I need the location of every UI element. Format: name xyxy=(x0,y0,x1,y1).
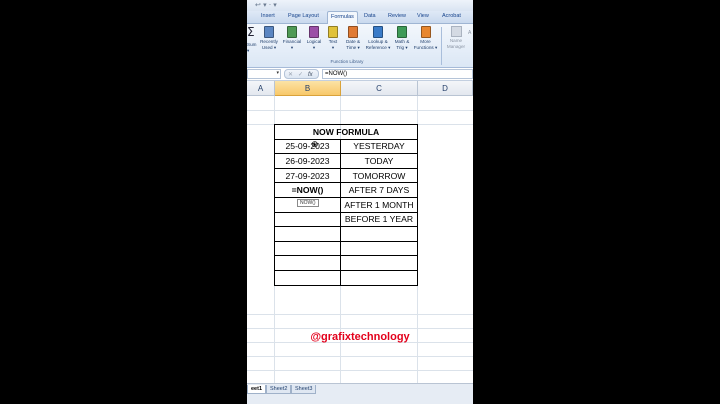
date-cell[interactable] xyxy=(274,255,341,271)
date-time-button[interactable]: Date & Time ▾ xyxy=(342,26,364,50)
excel-window: ↩ ▾ · ▾ Insert Page Layout Formulas Data… xyxy=(247,0,473,404)
text-book-icon xyxy=(328,26,338,38)
now-formula-table: NOW FORMULA 25-09-2023 YESTERDAY 26-09-2… xyxy=(274,124,418,286)
date-cell[interactable]: 25-09-2023 xyxy=(274,138,341,155)
sheet-tab-bar: eet1 Sheet2 Sheet3 xyxy=(247,383,473,404)
table-row: 26-09-2023 TODAY xyxy=(274,153,418,169)
math-trig-book-icon xyxy=(397,26,407,38)
description-cell[interactable]: TODAY xyxy=(340,153,418,169)
channel-watermark: @grafixtechnology xyxy=(310,331,410,343)
name-manager-button[interactable]: Name Manager xyxy=(444,26,468,49)
logical-book-icon xyxy=(309,26,319,38)
cancel-entry-icon[interactable]: ✕ xyxy=(288,71,293,79)
lookup-reference-button[interactable]: Lookup & Reference ▾ xyxy=(364,26,392,50)
gridline xyxy=(247,110,473,111)
description-cell[interactable]: AFTER 1 MONTH xyxy=(340,196,418,213)
description-cell[interactable] xyxy=(340,255,418,271)
ribbon-cutoff-label: A xyxy=(468,30,472,36)
name-box[interactable]: ▾ xyxy=(247,69,281,79)
quick-access-toolbar: ↩ ▾ · ▾ xyxy=(247,0,473,11)
tab-insert[interactable]: Insert xyxy=(261,13,275,19)
math-trig-label: Math & Trig ▾ xyxy=(394,39,410,50)
table-row: 27-09-2023 TOMORROW xyxy=(274,167,418,184)
ribbon-group-divider xyxy=(441,27,442,65)
gridline xyxy=(247,314,473,315)
description-cell[interactable]: AFTER 7 DAYS xyxy=(340,182,418,198)
description-cell[interactable]: BEFORE 1 YEAR xyxy=(340,211,418,228)
formula-bar-buttons: ✕ ✓ fx xyxy=(284,69,319,79)
more-functions-button[interactable]: More Functions ▾ xyxy=(412,26,439,50)
ribbon-tab-strip: Insert Page Layout Formulas Data Review … xyxy=(247,11,473,24)
gridline xyxy=(247,370,473,371)
financial-label: Financial ▾ xyxy=(282,39,302,50)
date-cell[interactable] xyxy=(274,211,341,228)
text-button[interactable]: Text ▾ xyxy=(322,26,344,50)
tab-page-layout[interactable]: Page Layout xyxy=(288,13,319,19)
tab-acrobat[interactable]: Acrobat xyxy=(442,13,461,19)
formula-input[interactable]: =NOW() xyxy=(322,69,473,79)
date-cell[interactable] xyxy=(274,226,341,242)
sheet-tab-sheet1[interactable]: eet1 xyxy=(247,385,267,394)
quick-access-glyphs[interactable]: ↩ ▾ · ▾ xyxy=(255,1,277,9)
description-cell[interactable] xyxy=(340,226,418,242)
more-functions-book-icon xyxy=(420,26,431,38)
video-frame: ↩ ▾ · ▾ Insert Page Layout Formulas Data… xyxy=(0,0,720,404)
autosum-icon[interactable]: Σ xyxy=(247,26,255,38)
date-cell[interactable] xyxy=(274,240,341,257)
table-row: BEFORE 1 YEAR xyxy=(274,211,418,228)
lookup-reference-book-icon xyxy=(373,26,383,38)
table-row xyxy=(274,226,418,242)
gridline xyxy=(247,328,473,329)
financial-book-icon xyxy=(287,26,297,38)
mouse-cursor-icon: ⊕ xyxy=(311,140,319,150)
date-time-book-icon xyxy=(348,26,358,38)
function-tooltip: NOW() xyxy=(297,199,319,207)
active-formula-cell[interactable]: =NOW() xyxy=(274,182,341,198)
sheet-tab-sheet3[interactable]: Sheet3 xyxy=(291,385,317,394)
column-header-b[interactable]: B xyxy=(275,81,341,96)
math-trig-button[interactable]: Math & Trig ▾ xyxy=(391,26,413,50)
formula-bar: ▾ ✕ ✓ fx =NOW() xyxy=(247,68,473,81)
date-cell[interactable]: 26-09-2023 xyxy=(274,153,341,169)
table-row: AFTER 1 MONTH xyxy=(274,196,418,213)
recently-used-book-icon xyxy=(264,26,274,38)
text-label: Text ▾ xyxy=(328,39,338,50)
column-header-c[interactable]: C xyxy=(341,81,418,96)
table-row xyxy=(274,269,418,286)
table-title-cell[interactable]: NOW FORMULA xyxy=(274,124,418,140)
name-manager-label: Name Manager xyxy=(446,38,466,49)
function-library-group-label: Function Library xyxy=(330,59,364,64)
table-row: 25-09-2023 YESTERDAY xyxy=(274,138,418,155)
column-header-d[interactable]: D xyxy=(418,81,473,96)
description-cell[interactable] xyxy=(340,269,418,286)
tab-data[interactable]: Data xyxy=(364,13,376,19)
sheet-tab-sheet2[interactable]: Sheet2 xyxy=(266,385,292,394)
description-cell[interactable] xyxy=(340,240,418,257)
recently-used-button[interactable]: Recently Used ▾ xyxy=(258,26,280,50)
table-row xyxy=(274,255,418,271)
date-cell[interactable]: 27-09-2023 xyxy=(274,167,341,184)
enter-entry-icon[interactable]: ✓ xyxy=(298,71,303,79)
date-cell[interactable] xyxy=(274,269,341,286)
tab-view[interactable]: View xyxy=(417,13,429,19)
chevron-down-icon[interactable]: ▾ xyxy=(276,70,279,76)
tab-review[interactable]: Review xyxy=(388,13,406,19)
financial-button[interactable]: Financial ▾ xyxy=(281,26,303,50)
gridline xyxy=(247,356,473,357)
more-functions-label: More Functions ▾ xyxy=(413,39,438,50)
table-row xyxy=(274,240,418,257)
lookup-reference-label: Lookup & Reference ▾ xyxy=(365,39,391,50)
autosum-label[interactable]: Sum ▾ xyxy=(247,42,256,53)
ribbon-formulas: Σ Sum ▾ Recently Used ▾ Financial ▾ Logi… xyxy=(247,24,473,68)
tab-formulas[interactable]: Formulas xyxy=(327,11,358,24)
column-header-a[interactable]: A xyxy=(247,81,275,96)
insert-function-icon[interactable]: fx xyxy=(308,71,313,79)
description-cell[interactable]: YESTERDAY xyxy=(340,138,418,155)
name-manager-icon xyxy=(450,26,462,37)
date-time-label: Date & Time ▾ xyxy=(345,39,361,50)
recently-used-label: Recently Used ▾ xyxy=(260,39,278,50)
description-cell[interactable]: TOMORROW xyxy=(340,167,418,184)
table-row: =NOW() AFTER 7 DAYS xyxy=(274,182,418,198)
